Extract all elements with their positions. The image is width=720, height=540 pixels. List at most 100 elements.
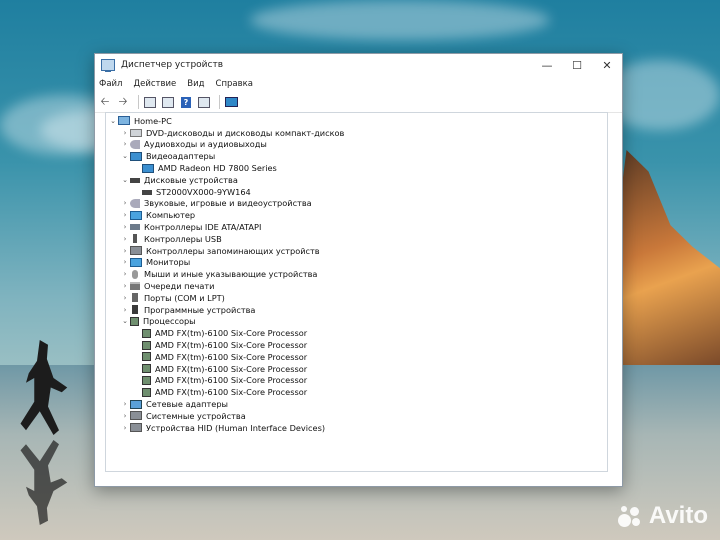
scan-hardware-button[interactable] [224, 95, 238, 109]
device-gpu-icon [130, 151, 142, 161]
device-gpu-icon [142, 163, 154, 173]
device-chip-icon [130, 316, 139, 326]
properties-button[interactable] [143, 95, 157, 109]
avito-watermark: Avito [617, 502, 708, 530]
device-manager-window[interactable]: Диспетчер устройств — ☐ ✕ Файл Действие … [94, 53, 623, 487]
tree-item[interactable]: AMD FX(tm)-6100 Six-Core Processor [106, 375, 607, 387]
chevron-down-icon[interactable]: ⌄ [108, 117, 118, 125]
tree-item[interactable]: AMD FX(tm)-6100 Six-Core Processor [106, 327, 607, 339]
device-chip-icon [142, 352, 151, 362]
chevron-down-icon[interactable]: ⌄ [120, 152, 130, 160]
tree-item-label: Процессоры [143, 316, 196, 327]
driver-info-button[interactable] [197, 95, 211, 109]
tree-item-label: Порты (COM и LPT) [144, 292, 225, 303]
tree-item-label: AMD FX(tm)-6100 Six-Core Processor [155, 328, 308, 339]
back-button[interactable]: 🡠 [98, 95, 112, 109]
tree-item[interactable]: AMD FX(tm)-6100 Six-Core Processor [106, 386, 607, 398]
device-chip-icon [142, 364, 151, 374]
tree-item[interactable]: › Устройства HID (Human Interface Devices… [106, 422, 607, 434]
title-bar[interactable]: Диспетчер устройств — ☐ ✕ [95, 54, 622, 76]
tree-item[interactable]: AMD FX(tm)-6100 Six-Core Processor [106, 339, 607, 351]
chevron-right-icon[interactable]: › [120, 282, 130, 290]
tree-item[interactable]: › Компьютер [106, 209, 607, 221]
device-print-icon [130, 282, 140, 291]
forward-button[interactable]: 🡢 [116, 95, 130, 109]
tree-item[interactable]: ⌄ Home-PC [106, 115, 607, 127]
device-grey-icon [130, 411, 142, 421]
toolbar-separator [219, 95, 220, 109]
menu-help[interactable]: Справка [216, 79, 253, 89]
tree-item[interactable]: › DVD-дисководы и дисководы компакт-диско… [106, 127, 607, 139]
chevron-right-icon[interactable]: › [120, 424, 130, 432]
tree-item[interactable]: AMD Radeon HD 7800 Series [106, 162, 607, 174]
device-grey-icon [130, 423, 142, 433]
tree-item[interactable]: › Контроллеры USB [106, 233, 607, 245]
chevron-right-icon[interactable]: › [120, 140, 130, 148]
chevron-right-icon[interactable]: › [120, 223, 130, 231]
chevron-right-icon[interactable]: › [120, 258, 130, 266]
close-button[interactable]: ✕ [592, 54, 622, 76]
device-mouse-icon [132, 269, 138, 279]
tree-item[interactable]: ST2000VX000-9YW164 [106, 186, 607, 198]
chevron-right-icon[interactable]: › [120, 199, 130, 207]
chevron-right-icon[interactable]: › [120, 211, 130, 219]
tree-item[interactable]: › Аудиовходы и аудиовыходы [106, 139, 607, 151]
chevron-down-icon[interactable]: ⌄ [120, 317, 130, 325]
tree-item-label: AMD FX(tm)-6100 Six-Core Processor [155, 375, 308, 386]
device-port-icon [132, 293, 138, 303]
chevron-right-icon[interactable]: › [120, 247, 130, 255]
tree-item-label: DVD-дисководы и дисководы компакт-дисков [146, 127, 345, 138]
console-tree-icon [162, 96, 174, 108]
tree-item-label: Контроллеры USB [144, 233, 222, 244]
device-chip-icon [142, 375, 151, 385]
tree-item[interactable]: › Очереди печати [106, 280, 607, 292]
device-grey-icon [130, 246, 142, 256]
chevron-right-icon[interactable]: › [120, 412, 130, 420]
maximize-button[interactable]: ☐ [562, 54, 592, 76]
tree-item[interactable]: ⌄ Дисковые устройства [106, 174, 607, 186]
device-ide-icon [130, 224, 140, 231]
rock-formation [610, 150, 720, 365]
device-manager-icon [101, 59, 115, 72]
chevron-down-icon[interactable]: ⌄ [120, 176, 130, 184]
device-usb-icon [133, 234, 137, 244]
chevron-right-icon[interactable]: › [120, 400, 130, 408]
menu-file[interactable]: Файл [99, 79, 122, 89]
console-tree-button[interactable] [161, 95, 175, 109]
tree-item[interactable]: › Мониторы [106, 257, 607, 269]
tree-item-label: AMD FX(tm)-6100 Six-Core Processor [155, 387, 308, 398]
chevron-right-icon[interactable]: › [120, 306, 130, 314]
arrow-left-icon: 🡠 [100, 94, 110, 108]
tree-item[interactable]: › Контроллеры IDE ATA/ATAPI [106, 221, 607, 233]
chevron-right-icon[interactable]: › [120, 294, 130, 302]
tree-item-label: Контроллеры запоминающих устройств [146, 245, 320, 256]
tree-item[interactable]: › Программные устройства [106, 304, 607, 316]
tree-item[interactable]: ⌄ Видеоадаптеры [106, 150, 607, 162]
chevron-right-icon[interactable]: › [120, 270, 130, 278]
tree-item[interactable]: AMD FX(tm)-6100 Six-Core Processor [106, 363, 607, 375]
tree-item-label: AMD FX(tm)-6100 Six-Core Processor [155, 363, 308, 374]
tree-item[interactable]: › Мыши и иные указывающие устройства [106, 268, 607, 280]
tree-item[interactable]: › Системные устройства [106, 410, 607, 422]
tree-item[interactable]: AMD FX(tm)-6100 Six-Core Processor [106, 351, 607, 363]
tree-item-label: Системные устройства [146, 410, 246, 421]
device-tree[interactable]: ⌄ Home-PC › DVD-дисководы и дисководы компа… [105, 112, 608, 472]
window-title: Диспетчер устройств [121, 60, 224, 70]
minimize-button[interactable]: — [532, 54, 562, 76]
chevron-right-icon[interactable]: › [120, 235, 130, 243]
device-soft-icon [132, 305, 138, 315]
tree-item-label: Home-PC [134, 115, 172, 126]
device-pc-icon [118, 116, 130, 126]
tree-item[interactable]: › Сетевые адаптеры [106, 398, 607, 410]
tree-item[interactable]: › Контроллеры запоминающих устройств [106, 245, 607, 257]
tree-item[interactable]: › Звуковые, игровые и видеоустройства [106, 198, 607, 210]
menu-view[interactable]: Вид [187, 79, 204, 89]
chevron-right-icon[interactable]: › [120, 129, 130, 137]
tree-item-label: ST2000VX000-9YW164 [156, 186, 251, 197]
tree-item[interactable]: ⌄ Процессоры [106, 316, 607, 328]
tree-item[interactable]: › Порты (COM и LPT) [106, 292, 607, 304]
tree-item-label: Сетевые адаптеры [146, 399, 229, 410]
menu-action[interactable]: Действие [133, 79, 176, 89]
tree-item-label: Звуковые, игровые и видеоустройства [144, 198, 312, 209]
help-button[interactable]: ? [179, 95, 193, 109]
